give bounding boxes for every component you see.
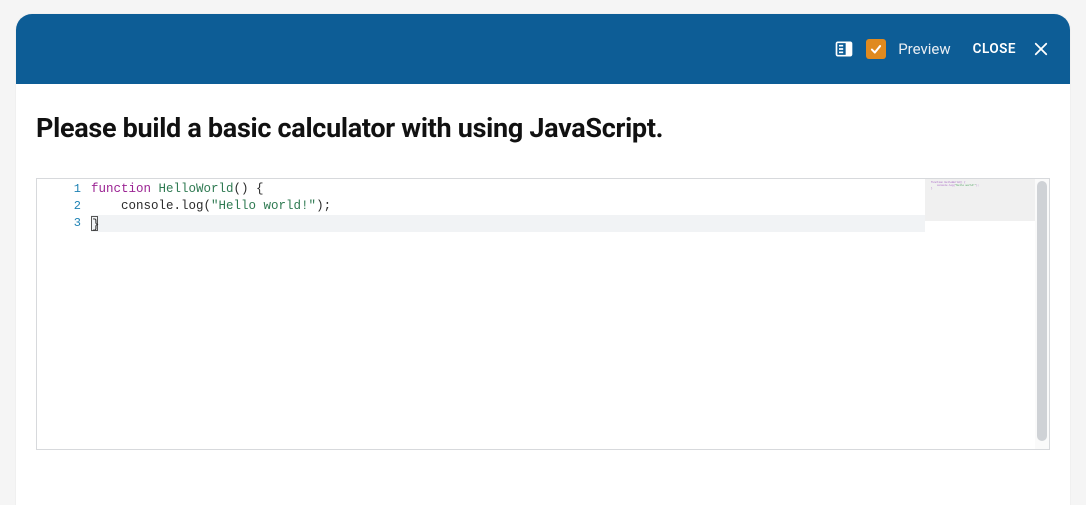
code-line[interactable]: console.log("Hello world!"); — [91, 198, 925, 215]
code-area[interactable]: function HelloWorld() { console.log("Hel… — [91, 179, 925, 449]
minimap-content: function HelloWorld() { console.log("Hel… — [931, 181, 979, 190]
text-cursor: } — [91, 216, 98, 231]
line-number: 1 — [37, 181, 81, 198]
line-number: 2 — [37, 198, 81, 215]
editor-main[interactable]: 123 function HelloWorld() { console.log(… — [37, 179, 925, 449]
preview-label: Preview — [898, 40, 950, 58]
modal: Preview CLOSE Please build a basic calcu… — [16, 14, 1070, 505]
modal-header: Preview CLOSE — [16, 14, 1070, 84]
close-button[interactable]: CLOSE — [973, 41, 1016, 57]
panel-layout-icon[interactable] — [834, 39, 854, 59]
preview-checkbox[interactable] — [866, 39, 886, 59]
page-title: Please build a basic calculator with usi… — [36, 112, 1050, 144]
minimap[interactable]: function HelloWorld() { console.log("Hel… — [925, 179, 1035, 449]
line-number: 3 — [37, 215, 81, 232]
code-line[interactable]: function HelloWorld() { — [91, 181, 925, 198]
line-number-gutter: 123 — [37, 179, 91, 449]
close-icon[interactable] — [1032, 40, 1050, 58]
modal-content: Please build a basic calculator with usi… — [16, 84, 1070, 505]
vertical-scrollbar[interactable] — [1035, 179, 1049, 449]
code-editor[interactable]: 123 function HelloWorld() { console.log(… — [36, 178, 1050, 450]
code-line[interactable]: } — [91, 215, 925, 232]
scrollbar-thumb[interactable] — [1037, 181, 1047, 441]
